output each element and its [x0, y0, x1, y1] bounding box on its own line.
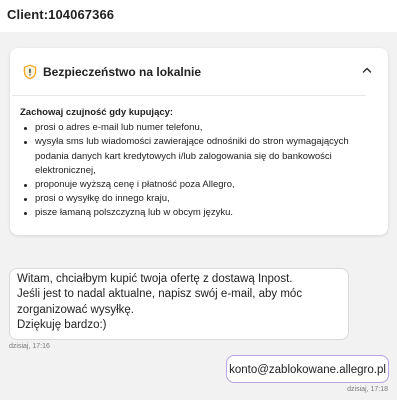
warning-item: proponuje wyższą cenę i płatność poza Al…	[20, 178, 370, 192]
security-intro: Zachowaj czujność gdy kupujący:	[20, 107, 174, 118]
incoming-message-time: dzisiaj, 17:16	[9, 343, 50, 350]
client-id-label: Client:104067366	[7, 7, 115, 22]
outgoing-message-bubble: konto@zablokowane.allegro.pl	[226, 355, 389, 383]
warning-item: wysyła sms lub wiadomości zawierające od…	[20, 135, 370, 178]
warning-item: pisze łamaną polszczyzną lub w obcym jęz…	[20, 206, 370, 220]
card-divider	[12, 95, 366, 96]
security-card-title: Bezpieczeństwo na lokalnie	[43, 65, 202, 79]
outgoing-message-text: konto@zablokowane.allegro.pl	[229, 364, 386, 376]
chevron-up-icon[interactable]	[362, 66, 372, 74]
security-warning-list: prosi o adres e-mail lub numer telefonu,…	[20, 121, 370, 220]
security-card-header[interactable]: Bezpieczeństwo na lokalnie	[10, 48, 388, 94]
outgoing-message-time: dzisiaj, 17:18	[347, 386, 388, 393]
shield-alert-icon	[23, 64, 37, 80]
top-bar: Client:104067366	[0, 0, 397, 32]
warning-item: prosi o adres e-mail lub numer telefonu,	[20, 121, 370, 135]
warning-item: prosi o wysyłkę do innego kraju,	[20, 192, 370, 206]
incoming-message-bubble: Witam, chciałbym kupić twoja ofertę z do…	[9, 268, 349, 340]
security-card-body: Zachowaj czujność gdy kupujący: prosi o …	[20, 106, 370, 221]
incoming-message-text: Witam, chciałbym kupić twoja ofertę z do…	[17, 273, 303, 332]
